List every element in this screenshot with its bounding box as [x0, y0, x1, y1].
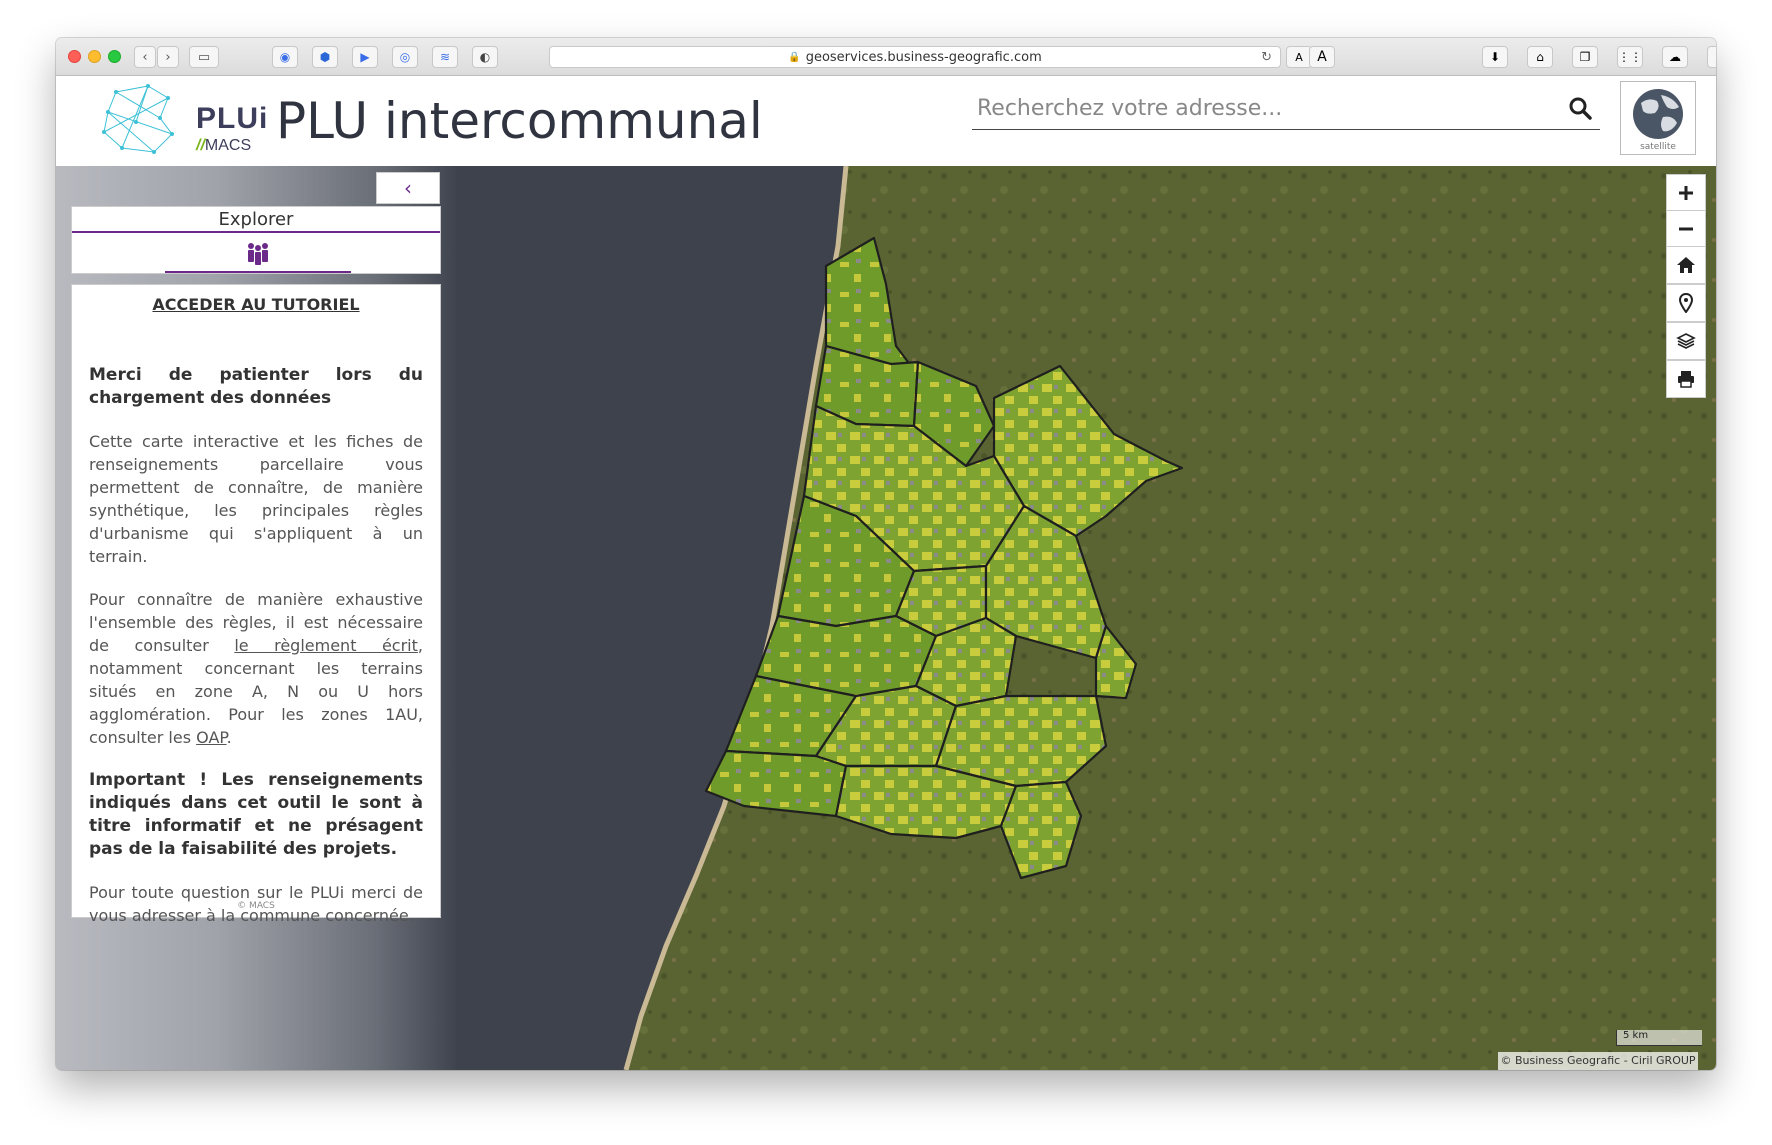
plus-icon	[1679, 186, 1693, 200]
geolocate-button[interactable]	[1666, 284, 1706, 322]
lock-icon: 🔒	[788, 51, 801, 63]
tab-active-indicator	[165, 271, 351, 273]
minimize-window-button[interactable]	[88, 50, 101, 63]
chevron-right-icon: ›	[165, 49, 171, 65]
oap-link[interactable]: OAP	[196, 728, 226, 747]
sidebar-tabs: Explorer	[71, 206, 441, 274]
extension-button-5[interactable]: ≋	[432, 46, 458, 68]
home-icon	[1677, 257, 1695, 273]
back-button[interactable]: ‹	[134, 46, 156, 68]
text-small-icon: A	[1295, 50, 1303, 64]
cloud-button[interactable]: ☁	[1662, 46, 1688, 68]
extension-button-6[interactable]: ◐	[472, 46, 498, 68]
print-button[interactable]	[1666, 360, 1706, 398]
text-larger-button[interactable]: A	[1309, 46, 1335, 68]
collapse-sidebar-button[interactable]: ‹	[376, 172, 440, 204]
address-bar[interactable]: 🔒 geoservices.business-geografic.com ↻	[549, 46, 1281, 68]
address-search	[972, 88, 1600, 130]
reload-icon[interactable]: ↻	[1261, 50, 1272, 65]
extension-button-4[interactable]: ◎	[392, 46, 418, 68]
zoom-out-button[interactable]	[1666, 210, 1706, 248]
sidebar-icon: ▭	[197, 49, 211, 65]
globe-icon	[1633, 89, 1683, 139]
house-icon: ⌂	[1536, 50, 1544, 64]
logo-subtitle: //MACS	[196, 137, 252, 154]
app-header: PLUi //MACS PLU intercommunal satellite	[56, 76, 1716, 166]
tab-divider	[72, 231, 440, 233]
tutorial-link[interactable]: ACCEDER AU TUTORIEL	[89, 295, 423, 314]
browser-toolbar: ‹ › ▭ ◉ ⬢ ▶ ◎ ≋ ◐ 🔒 geoservices.business…	[56, 38, 1716, 76]
home-browser-button[interactable]: ⌂	[1527, 46, 1553, 68]
url-text: geoservices.business-geografic.com	[805, 49, 1042, 65]
rules-paragraph: Pour connaître de manière exhaustive l'e…	[89, 590, 423, 747]
close-window-button[interactable]	[68, 50, 81, 63]
page-title: PLU intercommunal	[276, 92, 763, 150]
download-icon: ⬇	[1489, 50, 1501, 64]
forward-button[interactable]: ›	[157, 46, 179, 68]
search-icon[interactable]	[1568, 96, 1592, 120]
chevron-left-icon: ‹	[404, 176, 412, 200]
browser-window: ‹ › ▭ ◉ ⬢ ▶ ◎ ≋ ◐ 🔒 geoservices.business…	[56, 38, 1716, 1070]
share-button[interactable]: ⇪	[1707, 46, 1716, 68]
zoom-in-button[interactable]	[1666, 174, 1706, 212]
content-area: ‹ Explorer ACCEDER AU TUTORIEL Merci de …	[56, 166, 1716, 1070]
plui-logo: PLUi //MACS	[96, 82, 267, 158]
sidebar-toggle-button[interactable]: ▭	[189, 46, 219, 68]
zoom-window-button[interactable]	[108, 50, 121, 63]
logo-title: PLUi	[196, 102, 269, 135]
extension-button-2[interactable]: ⬢	[312, 46, 338, 68]
tab-explorer[interactable]: Explorer	[72, 209, 440, 230]
location-pin-icon	[1678, 293, 1694, 313]
rss-icon: ≋	[439, 50, 451, 64]
important-notice: Important ! Les renseignements indiqués …	[89, 770, 423, 859]
map-scale: 5 km	[1616, 1030, 1702, 1046]
cloud-icon: ☁	[1669, 50, 1681, 64]
info-panel: ACCEDER AU TUTORIEL Merci de patienter l…	[71, 284, 441, 925]
print-icon	[1678, 371, 1694, 388]
eye-icon: ◎	[399, 50, 411, 64]
intro-paragraph: Cette carte interactive et les fiches de…	[89, 432, 423, 566]
layers-button[interactable]	[1666, 322, 1706, 360]
password-icon: ◉	[279, 50, 291, 64]
downloads-button[interactable]: ⬇	[1482, 46, 1508, 68]
grid-button[interactable]: ⋮⋮	[1617, 46, 1643, 68]
map-attribution: © Business Geografic - Ciril GROUP	[1498, 1052, 1698, 1070]
grid-icon: ⋮⋮	[1618, 50, 1642, 64]
home-view-button[interactable]	[1666, 246, 1706, 284]
cube-icon: ⬢	[319, 50, 331, 64]
basemap-switcher[interactable]: satellite	[1620, 81, 1696, 155]
minus-icon	[1679, 227, 1693, 231]
chevron-left-icon: ‹	[142, 49, 148, 65]
network-logo-icon	[102, 84, 174, 154]
share-icon: ⇪	[1715, 50, 1716, 64]
copyright: © MACS	[237, 901, 275, 911]
text-large-icon: A	[1317, 49, 1327, 65]
shield-icon: ◐	[479, 50, 491, 64]
reglement-link[interactable]: le règlement écrit	[234, 636, 418, 655]
tabs-button[interactable]: ❐	[1572, 46, 1598, 68]
layers-icon	[1676, 333, 1696, 349]
extension-button-3[interactable]: ▶	[352, 46, 378, 68]
loading-message: Merci de patienter lors du chargement de…	[89, 365, 423, 408]
search-input[interactable]	[972, 88, 1552, 128]
tabs-icon: ❐	[1579, 50, 1591, 64]
extension-button-1[interactable]: ◉	[272, 46, 298, 68]
people-icon[interactable]	[245, 241, 271, 267]
basemap-label: satellite	[1640, 142, 1676, 152]
play-icon: ▶	[360, 50, 370, 64]
